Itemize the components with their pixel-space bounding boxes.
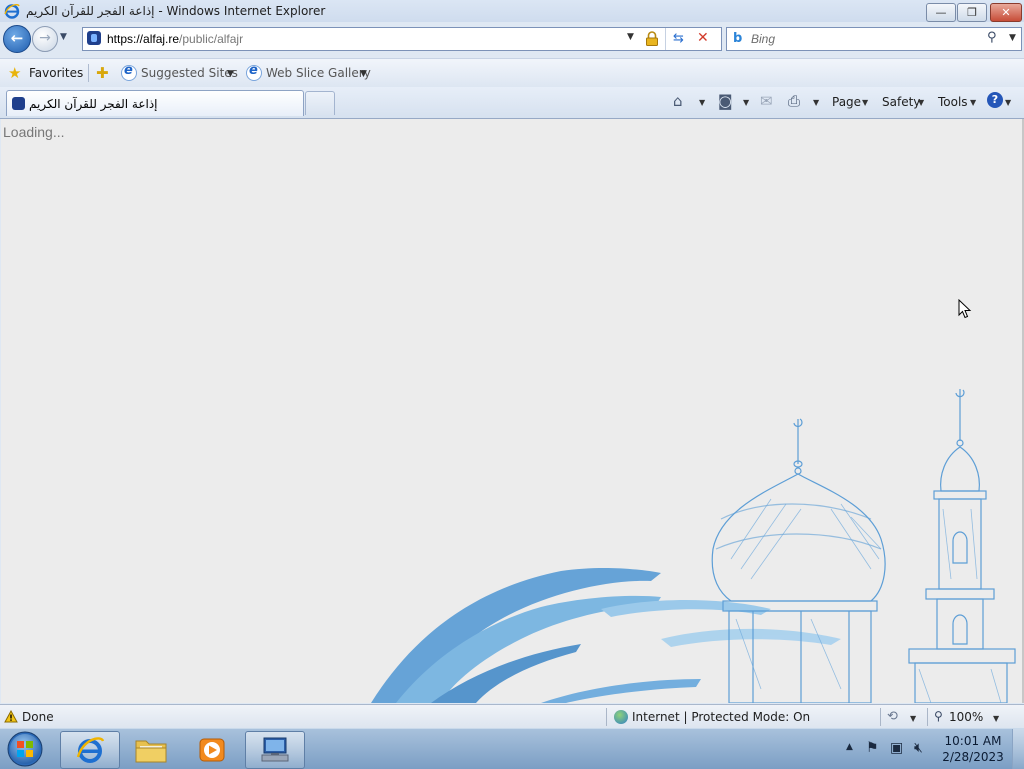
- help-dropdown-icon[interactable]: ▼: [1005, 98, 1011, 107]
- lock-icon[interactable]: [645, 31, 659, 46]
- system-clock[interactable]: 10:01 AM 2/28/2023: [940, 733, 1006, 765]
- clock-date: 2/28/2023: [942, 750, 1004, 764]
- tab-row: إذاعة الفجر للقرآن الكريم ⌂ ▼ ◙ ▼ ✉ ⎙ ▼ …: [0, 87, 1024, 119]
- stop-icon[interactable]: ✕: [697, 30, 709, 46]
- print-icon[interactable]: ⎙: [788, 92, 800, 110]
- show-hidden-icons[interactable]: ▲: [846, 742, 853, 752]
- mouse-cursor-icon: [958, 299, 972, 319]
- back-arrow-icon: ←: [10, 29, 24, 47]
- folder-icon: [135, 740, 167, 763]
- favorites-bar: ★ Favorites ✚ Suggested Sites ▼ Web Slic…: [0, 58, 1024, 87]
- restore-button[interactable]: ❐: [957, 3, 987, 22]
- tools-menu-dropdown-icon[interactable]: ▼: [970, 98, 976, 107]
- forward-arrow-icon: →: [39, 30, 51, 46]
- address-dropdown-icon[interactable]: ▼: [627, 32, 634, 42]
- zoom-dropdown-icon[interactable]: ▼: [993, 714, 999, 723]
- address-path: /public/alfajr: [179, 32, 244, 46]
- tab-label: إذاعة الفجر للقرآن الكريم: [29, 97, 158, 111]
- close-button[interactable]: ✕: [990, 3, 1022, 22]
- search-box[interactable]: b Bing ⚲ ▼: [726, 27, 1022, 51]
- back-button[interactable]: ←: [3, 25, 31, 53]
- bing-logo-icon: b: [733, 31, 743, 46]
- minimize-icon: —: [935, 6, 947, 19]
- status-divider: [606, 708, 607, 726]
- suggested-sites-dropdown-icon[interactable]: ▼: [227, 69, 234, 79]
- show-desktop-button[interactable]: [1012, 729, 1024, 769]
- print-dropdown-icon[interactable]: ▼: [813, 98, 819, 107]
- ie-window: إذاعة الفجر للقرآن الكريم - Windows Inte…: [0, 0, 1024, 729]
- page-menu[interactable]: Page: [832, 95, 861, 109]
- close-icon: ✕: [1001, 6, 1011, 19]
- navigation-bar: ← → ▼ https://alfaj.re/public/alfajr ▼ ⇆…: [0, 24, 1024, 56]
- tools-menu[interactable]: Tools: [938, 95, 968, 109]
- status-text: Done: [22, 710, 54, 724]
- start-button[interactable]: [3, 730, 47, 768]
- clock-time: 10:01 AM: [944, 734, 1002, 748]
- site-favicon-icon: [87, 31, 101, 45]
- search-placeholder: Bing: [751, 32, 776, 46]
- volume-muted-icon[interactable]: 🔇︎: [914, 740, 923, 756]
- zoom-level[interactable]: 100%: [949, 710, 983, 724]
- recent-pages-dropdown-icon[interactable]: ▼: [60, 32, 67, 42]
- search-icon[interactable]: ⚲: [987, 30, 997, 45]
- page-content: Loading...: [1, 119, 1022, 703]
- security-zone-text[interactable]: Internet | Protected Mode: On: [632, 710, 810, 724]
- status-divider: [927, 708, 928, 726]
- safety-menu-dropdown-icon[interactable]: ▼: [918, 98, 924, 107]
- suggested-sites-link[interactable]: Suggested Sites: [141, 66, 238, 80]
- popup-dropdown-icon[interactable]: ▼: [910, 714, 916, 723]
- help-icon[interactable]: ?: [987, 92, 1003, 108]
- restore-icon: ❐: [967, 6, 977, 19]
- address-separator: [665, 28, 666, 50]
- favorites-star-icon: ★: [8, 64, 22, 82]
- suggested-sites-icon: [121, 63, 137, 81]
- popup-blocker-icon[interactable]: ⟲: [887, 709, 898, 724]
- new-tab-button[interactable]: [305, 91, 335, 115]
- safety-menu[interactable]: Safety: [882, 95, 920, 109]
- computer-network-icon: [261, 737, 289, 762]
- web-slice-gallery-icon: [246, 63, 262, 81]
- tab-favicon-icon: [12, 97, 25, 110]
- home-icon[interactable]: ⌂: [673, 92, 683, 110]
- network-icon[interactable]: ▣: [890, 740, 903, 756]
- zoom-icon: ⚲: [934, 709, 943, 723]
- warning-icon[interactable]: [4, 710, 18, 723]
- rss-icon[interactable]: ◙: [718, 92, 733, 110]
- web-slice-gallery-link[interactable]: Web Slice Gallery: [266, 66, 371, 80]
- mail-icon[interactable]: ✉: [760, 92, 773, 110]
- tab-active[interactable]: إذاعة الفجر للقرآن الكريم: [6, 90, 304, 116]
- internet-explorer-icon: [76, 737, 105, 763]
- taskbar-media-player[interactable]: [183, 731, 243, 769]
- status-bar: Done Internet | Protected Mode: On ⟲ ▼ ⚲…: [0, 704, 1024, 729]
- minimize-button[interactable]: —: [926, 3, 956, 22]
- refresh-icon[interactable]: ⇆: [673, 31, 684, 46]
- rss-dropdown-icon[interactable]: ▼: [743, 98, 749, 107]
- address-host: https://alfaj.re: [107, 32, 180, 46]
- mosque-sketch-illustration: [371, 389, 1016, 703]
- search-options-dropdown-icon[interactable]: ▼: [1009, 33, 1016, 43]
- address-url[interactable]: https://alfaj.re/public/alfajr: [107, 32, 243, 46]
- favorites-button[interactable]: Favorites: [29, 66, 83, 80]
- address-bar[interactable]: https://alfaj.re/public/alfajr ▼ ⇆ ✕: [82, 27, 722, 51]
- add-favorites-icon[interactable]: ✚: [96, 64, 109, 82]
- ie-logo-icon: [4, 4, 20, 19]
- favorites-separator: [88, 64, 89, 82]
- title-bar: إذاعة الفجر للقرآن الكريم - Windows Inte…: [0, 0, 1024, 22]
- status-divider: [880, 708, 881, 726]
- home-dropdown-icon[interactable]: ▼: [699, 98, 705, 107]
- forward-button[interactable]: →: [32, 26, 58, 52]
- taskbar-file-explorer[interactable]: [121, 731, 181, 769]
- window-title: إذاعة الفجر للقرآن الكريم - Windows Inte…: [26, 4, 326, 18]
- internet-zone-icon: [614, 710, 628, 724]
- web-slice-dropdown-icon[interactable]: ▼: [360, 69, 367, 79]
- action-center-flag-icon[interactable]: ⚑: [866, 740, 879, 756]
- taskbar-remote-app[interactable]: [245, 731, 305, 769]
- page-menu-dropdown-icon[interactable]: ▼: [862, 98, 868, 107]
- media-player-icon: [199, 738, 225, 762]
- taskbar-internet-explorer[interactable]: [60, 731, 120, 769]
- windows-taskbar: ▲ ⚑ ▣ 🔇︎ 10:01 AM 2/28/2023: [0, 728, 1024, 769]
